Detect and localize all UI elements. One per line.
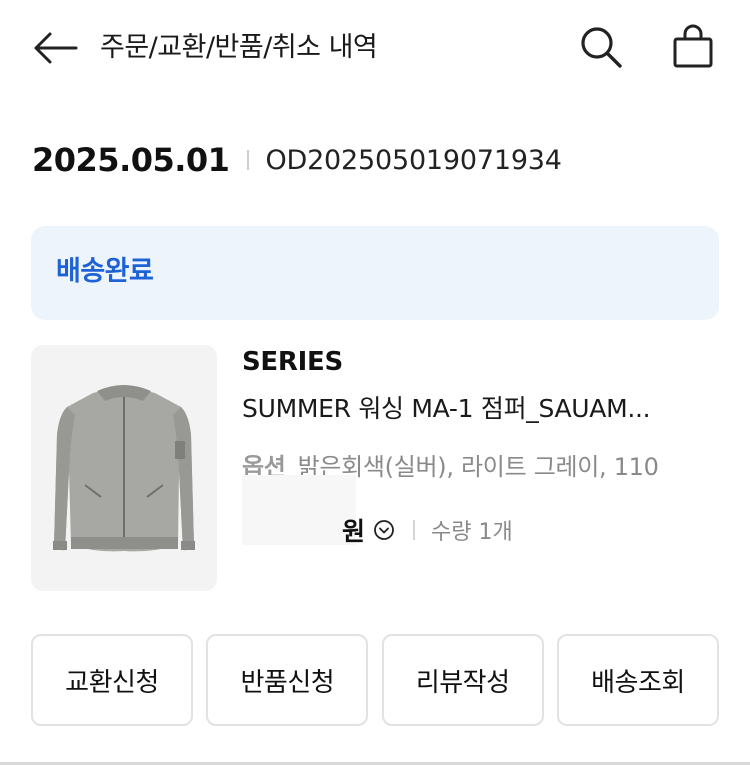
page-title: 주문/교환/반품/취소 내역 bbox=[100, 32, 378, 63]
product-quantity: 수량 1개 bbox=[431, 520, 513, 545]
brand-name: SERIES bbox=[242, 347, 343, 377]
return-request-button[interactable]: 반품신청 bbox=[206, 634, 369, 726]
search-icon bbox=[581, 27, 622, 68]
product-name[interactable]: SUMMER 워싱 MA-1 점퍼_SAUAM... bbox=[242, 389, 692, 425]
price-redaction bbox=[242, 475, 356, 545]
product-image[interactable] bbox=[31, 345, 217, 591]
product-price: 원 bbox=[342, 517, 366, 546]
arrow-left-icon bbox=[34, 32, 78, 64]
divider bbox=[413, 520, 416, 540]
track-delivery-button[interactable]: 배송조회 bbox=[556, 634, 719, 726]
order-date: 2025.05.01 bbox=[32, 141, 230, 179]
search-button[interactable] bbox=[576, 22, 626, 72]
cart-button[interactable] bbox=[668, 20, 718, 72]
jacket-image bbox=[31, 345, 217, 591]
shopping-bag-icon bbox=[673, 24, 713, 68]
header: 주문/교환/반품/취소 내역 bbox=[0, 0, 750, 96]
delivery-status-banner: 배송완료 bbox=[31, 226, 719, 320]
price-row: 원 수량 1개 bbox=[242, 475, 513, 547]
delivery-status-label: 배송완료 bbox=[56, 256, 154, 287]
order-actions: 교환신청 반품신청 리뷰작성 배송조회 bbox=[31, 634, 719, 726]
write-review-button[interactable]: 리뷰작성 bbox=[381, 634, 544, 726]
price-detail-button[interactable] bbox=[373, 519, 395, 541]
order-meta: 2025.05.01 OD202505019071934 bbox=[32, 138, 562, 182]
chevron-down-circle-icon bbox=[374, 520, 394, 540]
divider bbox=[247, 150, 250, 170]
order-history-page: 주문/교환/반품/취소 내역 2025.05.01 OD202505019071… bbox=[0, 0, 750, 765]
back-button[interactable] bbox=[30, 26, 80, 70]
order-number: OD202505019071934 bbox=[265, 144, 562, 176]
exchange-request-button[interactable]: 교환신청 bbox=[31, 634, 193, 726]
